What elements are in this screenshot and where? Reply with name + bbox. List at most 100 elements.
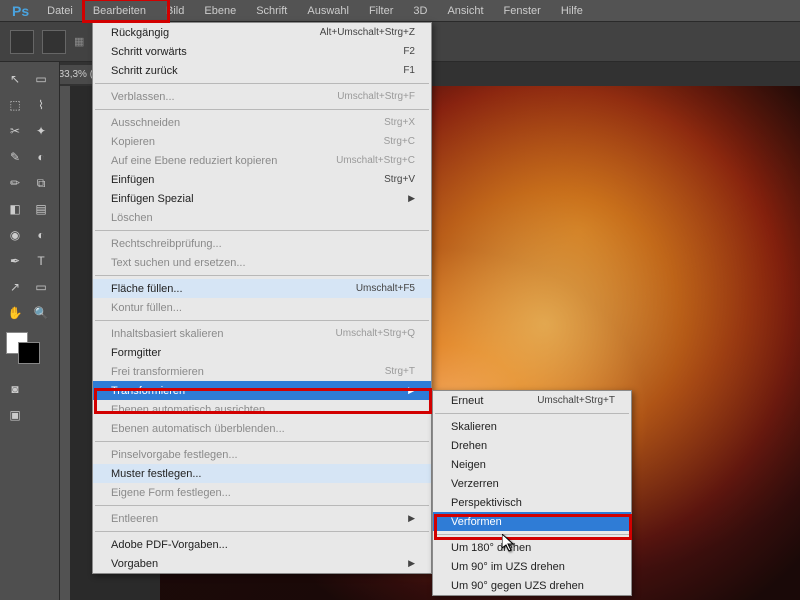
menu-ebene[interactable]: Ebene xyxy=(194,2,246,20)
menu-auswahl[interactable]: Auswahl xyxy=(297,2,359,20)
menu-bild[interactable]: Bild xyxy=(156,2,194,20)
menu-item-label: Vorgaben xyxy=(111,558,158,570)
menu-item-label: Um 180° drehen xyxy=(451,542,531,554)
menu-item-label: Pinselvorgabe festlegen... xyxy=(111,449,238,461)
tool-clone[interactable]: ⧉ xyxy=(30,172,52,194)
menu-item-label: Rückgängig xyxy=(111,27,169,39)
tool-marquee[interactable]: ⬚ xyxy=(4,94,26,116)
transform-item-2[interactable]: Skalieren xyxy=(433,417,631,436)
submenu-arrow-icon: ▶ xyxy=(408,558,415,569)
tool-dodge[interactable]: ◐ xyxy=(30,224,52,246)
transform-item-5[interactable]: Verzerren xyxy=(433,474,631,493)
edit-item-2[interactable]: Schritt zurück F1 xyxy=(93,61,431,80)
menu-item-label: Schritt vorwärts xyxy=(111,46,187,58)
edit-item-1[interactable]: Schritt vorwärtsF2 xyxy=(93,42,431,61)
background-swatch[interactable] xyxy=(18,342,40,364)
tool-hand[interactable]: ✋ xyxy=(4,302,26,324)
menu-schrift[interactable]: Schrift xyxy=(246,2,297,20)
menu-filter[interactable]: Filter xyxy=(359,2,403,20)
menu-item-label: Auf eine Ebene reduziert kopieren xyxy=(111,155,277,167)
quickmask-icon[interactable]: ◙ xyxy=(4,378,26,400)
menu-3d[interactable]: 3D xyxy=(403,2,437,20)
menu-separator xyxy=(435,534,629,535)
edit-item-9[interactable]: EinfügenStrg+V xyxy=(93,170,431,189)
tool-brush[interactable]: ✏ xyxy=(4,172,26,194)
menu-item-label: Muster festlegen... xyxy=(111,468,202,480)
transform-item-6[interactable]: Perspektivisch xyxy=(433,493,631,512)
menu-item-label: Skalieren xyxy=(451,421,497,433)
menu-shortcut: F1 xyxy=(403,65,415,76)
edit-item-26: Pinselvorgabe festlegen... xyxy=(93,445,431,464)
edit-menu-dropdown: RückgängigAlt+Umschalt+Strg+ZSchritt vor… xyxy=(92,22,432,574)
tool-eraser[interactable]: ◧ xyxy=(4,198,26,220)
tool-heal[interactable]: ◐ xyxy=(30,146,52,168)
menu-separator xyxy=(95,441,429,442)
menu-shortcut: Umschalt+Strg+T xyxy=(537,395,615,406)
menu-item-label: Schritt zurück xyxy=(111,65,178,77)
menu-item-label: Inhaltsbasiert skalieren xyxy=(111,328,224,340)
tool-wand[interactable]: ✦ xyxy=(30,120,52,142)
menu-item-label: Ausschneiden xyxy=(111,117,180,129)
menu-shortcut: Strg+V xyxy=(384,174,415,185)
color-swatches[interactable] xyxy=(4,332,50,368)
tool-crop[interactable]: ✂ xyxy=(4,120,26,142)
menu-item-label: Eigene Form festlegen... xyxy=(111,487,231,499)
transform-item-9[interactable]: Um 180° drehen xyxy=(433,538,631,557)
screenmode-icon[interactable]: ▣ xyxy=(4,404,26,426)
tool-path[interactable]: ↗ xyxy=(4,276,26,298)
submenu-arrow-icon: ▶ xyxy=(408,513,415,524)
tool-pen[interactable]: ✒ xyxy=(4,250,26,272)
tool-blur[interactable]: ◉ xyxy=(4,224,26,246)
edit-item-17: Kontur füllen... xyxy=(93,298,431,317)
menu-fenster[interactable]: Fenster xyxy=(494,2,551,20)
menu-item-label: Ebenen automatisch überblenden... xyxy=(111,423,285,435)
tool-move[interactable]: ↖ xyxy=(4,68,26,90)
menu-item-label: Entleeren xyxy=(111,513,158,525)
edit-item-10[interactable]: Einfügen Spezial▶ xyxy=(93,189,431,208)
transform-item-10[interactable]: Um 90° im UZS drehen xyxy=(433,557,631,576)
menu-separator xyxy=(95,505,429,506)
menu-datei[interactable]: Datei xyxy=(37,2,83,20)
edit-item-32[interactable]: Adobe PDF-Vorgaben... xyxy=(93,535,431,554)
transform-item-4[interactable]: Neigen xyxy=(433,455,631,474)
edit-item-0[interactable]: RückgängigAlt+Umschalt+Strg+Z xyxy=(93,23,431,42)
transform-submenu: ErneutUmschalt+Strg+T Skalieren Drehen Neig… xyxy=(432,390,632,596)
edit-item-16[interactable]: Fläche füllen...Umschalt+F5 xyxy=(93,279,431,298)
menu-hilfe[interactable]: Hilfe xyxy=(551,2,593,20)
tool-preset-icon[interactable] xyxy=(10,30,34,54)
edit-item-33[interactable]: Vorgaben ▶ xyxy=(93,554,431,573)
grid-icon[interactable]: ▦ xyxy=(74,35,84,48)
menu-item-label: Kopieren xyxy=(111,136,155,148)
menu-item-label: Drehen xyxy=(451,440,487,452)
edit-item-27[interactable]: Muster festlegen... xyxy=(93,464,431,483)
transform-item-0[interactable]: ErneutUmschalt+Strg+T xyxy=(433,391,631,410)
tool-zoom[interactable]: 🔍 xyxy=(30,302,52,324)
edit-item-14: Text suchen und ersetzen... xyxy=(93,253,431,272)
edit-item-11: Löschen xyxy=(93,208,431,227)
menu-item-label: Verzerren xyxy=(451,478,499,490)
edit-item-20[interactable]: Formgitter xyxy=(93,343,431,362)
menu-item-label: Einfügen Spezial xyxy=(111,193,194,205)
menu-item-label: Formgitter xyxy=(111,347,161,359)
opt-icon-2[interactable] xyxy=(42,30,66,54)
tool-eyedropper[interactable]: ✎ xyxy=(4,146,26,168)
tool-artboard[interactable]: ▭ xyxy=(30,68,52,90)
tool-lasso[interactable]: ⌇ xyxy=(30,94,52,116)
menu-shortcut: Umschalt+Strg+F xyxy=(337,91,415,102)
tool-shape[interactable]: ▭ xyxy=(30,276,52,298)
tool-type[interactable]: T xyxy=(30,250,52,272)
edit-item-6: AusschneidenStrg+X xyxy=(93,113,431,132)
menu-separator xyxy=(95,320,429,321)
menu-bearbeiten[interactable]: Bearbeiten xyxy=(83,2,156,20)
menu-item-label: Um 90° gegen UZS drehen xyxy=(451,580,584,592)
edit-item-22[interactable]: Transformieren▶ xyxy=(93,381,431,400)
tool-gradient[interactable]: ▤ xyxy=(30,198,52,220)
menu-shortcut: Umschalt+Strg+Q xyxy=(336,328,415,339)
transform-item-11[interactable]: Um 90° gegen UZS drehen xyxy=(433,576,631,595)
menu-ansicht[interactable]: Ansicht xyxy=(437,2,493,20)
transform-item-3[interactable]: Drehen xyxy=(433,436,631,455)
edit-item-4: Verblassen...Umschalt+Strg+F xyxy=(93,87,431,106)
menu-item-label: Transformieren xyxy=(111,385,185,397)
edit-item-13: Rechtschreibprüfung... xyxy=(93,234,431,253)
transform-item-7[interactable]: Verformen xyxy=(433,512,631,531)
